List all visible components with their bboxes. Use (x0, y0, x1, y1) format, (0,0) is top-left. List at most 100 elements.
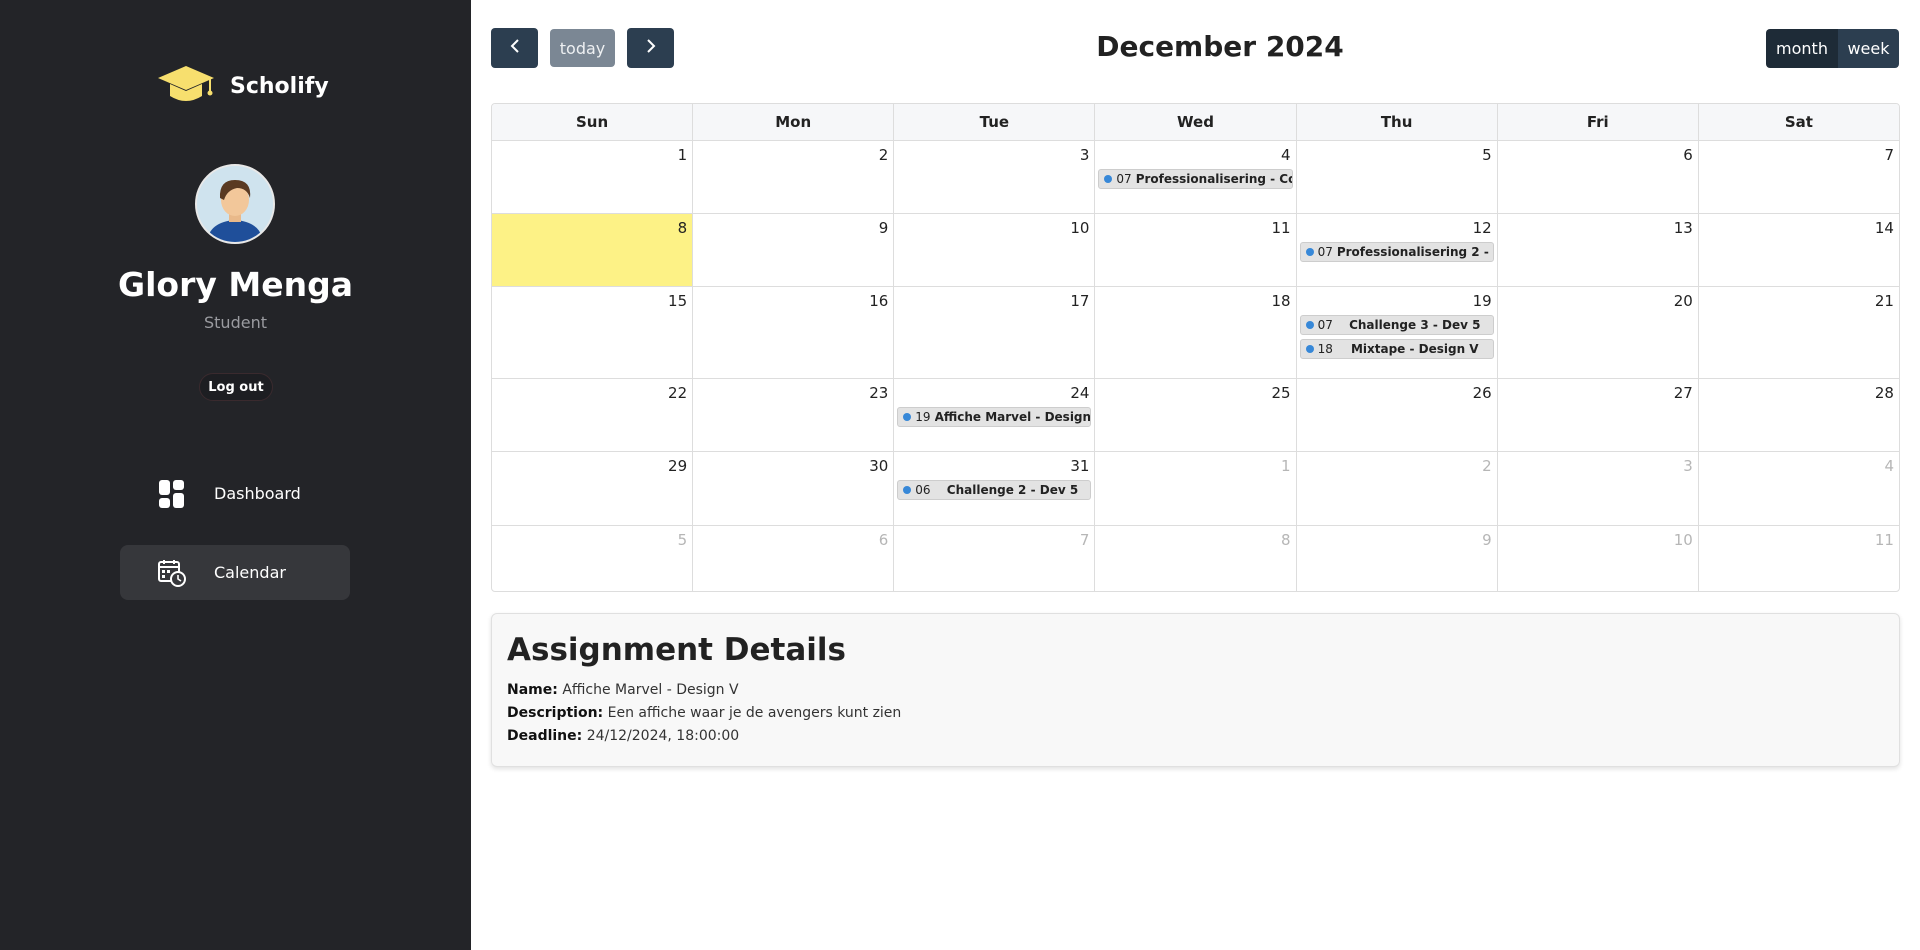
chevron-left-icon (509, 38, 521, 58)
day-cell[interactable]: 4 07Professionalisering - Communicatie (1095, 141, 1297, 213)
week-view-button[interactable]: week (1838, 29, 1899, 68)
day-number[interactable]: 8 (1281, 531, 1291, 549)
day-number[interactable]: 4 (1884, 457, 1894, 475)
day-cell[interactable]: 29 (492, 452, 694, 525)
day-number[interactable]: 18 (1271, 292, 1290, 310)
day-number[interactable]: 8 (678, 219, 688, 237)
day-number[interactable]: 30 (869, 457, 888, 475)
day-number[interactable]: 1 (678, 146, 688, 164)
day-cell[interactable]: 11 (1095, 214, 1297, 286)
day-cell[interactable]: 5 (492, 526, 694, 591)
app-logo[interactable]: Scholify (156, 64, 329, 108)
day-number[interactable]: 2 (1482, 457, 1492, 475)
day-cell[interactable]: 26 (1297, 379, 1498, 451)
day-cell[interactable]: 10 (894, 214, 1096, 286)
day-number[interactable]: 26 (1473, 384, 1492, 402)
calendar-event[interactable]: 07Professionalisering - Communicatie (1098, 169, 1293, 189)
day-number[interactable]: 24 (1070, 384, 1089, 402)
day-cell[interactable]: 16 (693, 287, 895, 378)
day-cell-today[interactable]: 8 (492, 214, 694, 286)
day-number[interactable]: 12 (1473, 219, 1492, 237)
day-number[interactable]: 5 (1482, 146, 1492, 164)
day-number[interactable]: 15 (668, 292, 687, 310)
day-number[interactable]: 23 (869, 384, 888, 402)
day-number[interactable]: 21 (1875, 292, 1894, 310)
day-cell[interactable]: 6 (693, 526, 895, 591)
nav-dashboard[interactable]: Dashboard (120, 466, 350, 521)
day-cell[interactable]: 1 (1095, 452, 1297, 525)
day-cell[interactable]: 22 (492, 379, 694, 451)
day-number[interactable]: 11 (1875, 531, 1894, 549)
day-number[interactable]: 6 (1683, 146, 1693, 164)
day-number[interactable]: 2 (879, 146, 889, 164)
day-cell[interactable]: 3 (894, 141, 1096, 213)
day-cell[interactable]: 6 (1498, 141, 1699, 213)
day-number[interactable]: 3 (1080, 146, 1090, 164)
day-cell[interactable]: 19 07 Challenge 3 - Dev 5 18 Mixtape - Desig… (1297, 287, 1498, 378)
day-number[interactable]: 25 (1271, 384, 1290, 402)
calendar-event[interactable]: 07 Challenge 3 - Dev 5 (1299, 315, 1494, 335)
day-number[interactable]: 9 (879, 219, 889, 237)
day-cell[interactable]: 30 (693, 452, 895, 525)
day-cell[interactable]: 9 (1297, 526, 1498, 591)
calendar-event[interactable]: 18 Mixtape - Design V (1299, 339, 1494, 359)
day-number[interactable]: 7 (1080, 531, 1090, 549)
day-number[interactable]: 3 (1683, 457, 1693, 475)
day-number[interactable]: 10 (1070, 219, 1089, 237)
day-number[interactable]: 22 (668, 384, 687, 402)
day-cell[interactable]: 23 (693, 379, 895, 451)
day-cell[interactable]: 20 (1498, 287, 1699, 378)
month-view-button[interactable]: month (1766, 29, 1838, 68)
day-cell[interactable]: 12 07Professionalisering 2 - Communicatie (1297, 214, 1498, 286)
day-cell[interactable]: 13 (1498, 214, 1699, 286)
day-number[interactable]: 29 (668, 457, 687, 475)
today-button[interactable]: today (550, 29, 615, 67)
day-cell[interactable]: 27 (1498, 379, 1699, 451)
day-cell[interactable]: 14 (1699, 214, 1899, 286)
day-cell[interactable]: 2 (1297, 452, 1498, 525)
prev-month-button[interactable] (491, 28, 538, 68)
day-number[interactable]: 1 (1281, 457, 1291, 475)
day-cell[interactable]: 10 (1498, 526, 1699, 591)
nav-calendar[interactable]: Calendar (120, 545, 350, 600)
day-number[interactable]: 13 (1674, 219, 1693, 237)
day-number[interactable]: 11 (1271, 219, 1290, 237)
day-number[interactable]: 28 (1875, 384, 1894, 402)
calendar-event[interactable]: 06 Challenge 2 - Dev 5 (897, 480, 1092, 500)
day-cell[interactable]: 7 (894, 526, 1096, 591)
day-cell[interactable]: 17 (894, 287, 1096, 378)
next-month-button[interactable] (627, 28, 674, 68)
day-number[interactable]: 14 (1875, 219, 1894, 237)
day-cell[interactable]: 28 (1699, 379, 1899, 451)
day-cell[interactable]: 15 (492, 287, 694, 378)
day-cell[interactable]: 9 (693, 214, 895, 286)
day-cell[interactable]: 18 (1095, 287, 1297, 378)
day-number[interactable]: 27 (1674, 384, 1693, 402)
day-cell[interactable]: 8 (1095, 526, 1297, 591)
day-cell[interactable]: 24 19 Affiche Marvel - Design V (894, 379, 1096, 451)
day-number[interactable]: 20 (1674, 292, 1693, 310)
logout-button[interactable]: Log out (199, 373, 273, 401)
day-number[interactable]: 19 (1473, 292, 1492, 310)
day-cell[interactable]: 3 (1498, 452, 1699, 525)
day-number[interactable]: 5 (678, 531, 688, 549)
day-number[interactable]: 17 (1070, 292, 1089, 310)
day-cell[interactable]: 2 (693, 141, 895, 213)
day-number[interactable]: 10 (1674, 531, 1693, 549)
day-number[interactable]: 16 (869, 292, 888, 310)
day-cell[interactable]: 4 (1699, 452, 1899, 525)
day-number[interactable]: 7 (1884, 146, 1894, 164)
day-cell[interactable]: 1 (492, 141, 694, 213)
day-number[interactable]: 9 (1482, 531, 1492, 549)
calendar-event[interactable]: 07Professionalisering 2 - Communicatie (1299, 242, 1494, 262)
day-number[interactable]: 31 (1070, 457, 1089, 475)
day-number[interactable]: 4 (1281, 146, 1291, 164)
day-cell[interactable]: 11 (1699, 526, 1899, 591)
day-cell[interactable]: 7 (1699, 141, 1899, 213)
calendar-event[interactable]: 19 Affiche Marvel - Design V (897, 407, 1092, 427)
day-cell[interactable]: 5 (1297, 141, 1498, 213)
day-cell[interactable]: 31 06 Challenge 2 - Dev 5 (894, 452, 1096, 525)
day-number[interactable]: 6 (879, 531, 889, 549)
day-cell[interactable]: 25 (1095, 379, 1297, 451)
day-cell[interactable]: 21 (1699, 287, 1899, 378)
